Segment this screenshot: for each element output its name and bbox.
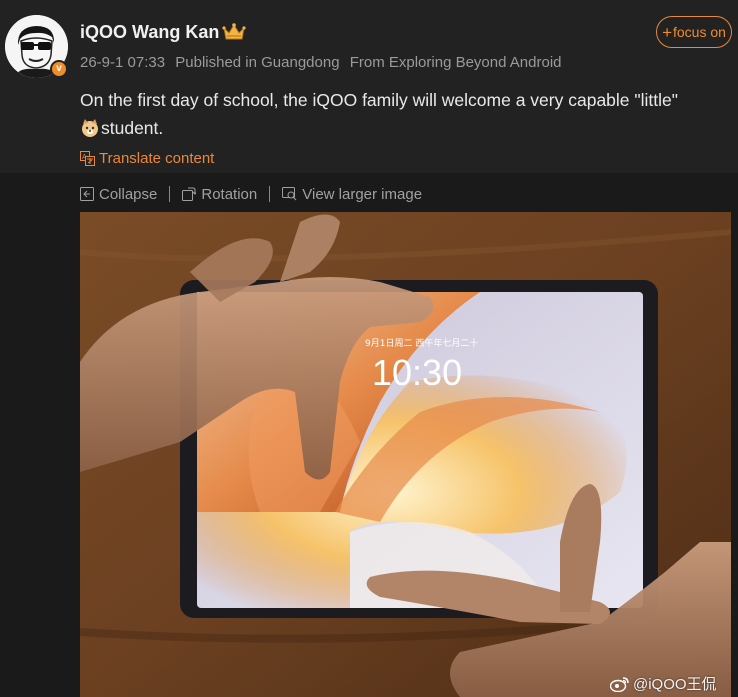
view-larger-label: View larger image	[302, 185, 423, 203]
post-source[interactable]: From Exploring Beyond Android	[350, 54, 562, 71]
follow-button-label: focus on	[673, 24, 726, 40]
watermark-text: @iQOO王侃	[633, 676, 717, 693]
toolbar-divider	[269, 186, 271, 202]
rotation-icon	[182, 187, 197, 201]
follow-button[interactable]: + focus on	[656, 16, 732, 48]
collapse-label: Collapse	[99, 185, 158, 203]
collapse-icon	[80, 187, 94, 201]
verified-badge-icon: v	[50, 60, 68, 78]
post-body: On the first day of school, the iQOO fam…	[80, 86, 730, 142]
toolbar-divider	[169, 186, 171, 202]
translate-link[interactable]: A Translate content	[80, 150, 214, 167]
screen-time: 10:30	[372, 352, 462, 393]
post-location: Published in Guangdong	[175, 54, 340, 71]
view-larger-icon	[282, 187, 297, 201]
post-date[interactable]: 26-9-1 07:33	[80, 54, 165, 71]
crown-icon[interactable]	[222, 22, 246, 42]
watermark: @iQOO王侃	[610, 673, 717, 694]
post-image[interactable]: 9月1日周二 西午年七月二十 10:30	[80, 212, 731, 697]
view-larger-button[interactable]: View larger image	[282, 186, 422, 203]
post-text-part2: student.	[101, 118, 164, 138]
translate-icon: A	[80, 151, 95, 166]
weibo-logo-icon	[610, 676, 629, 692]
username[interactable]: iQOO Wang Kan	[80, 22, 219, 43]
emoji-dog-icon	[82, 119, 98, 137]
post-meta: 26-9-1 07:33 Published in Guangdong From…	[80, 54, 562, 71]
collapse-button[interactable]: Collapse	[80, 186, 157, 203]
post-text-part1: On the first day of school, the iQOO fam…	[80, 90, 678, 110]
translate-label: Translate content	[99, 150, 215, 167]
plus-icon: +	[662, 22, 672, 42]
screen-date: 9月1日周二 西午年七月二十	[365, 337, 478, 349]
rotation-label: Rotation	[201, 185, 258, 203]
rotation-button[interactable]: Rotation	[182, 186, 257, 203]
image-toolbar: Collapse Rotation View larger image	[80, 184, 422, 204]
